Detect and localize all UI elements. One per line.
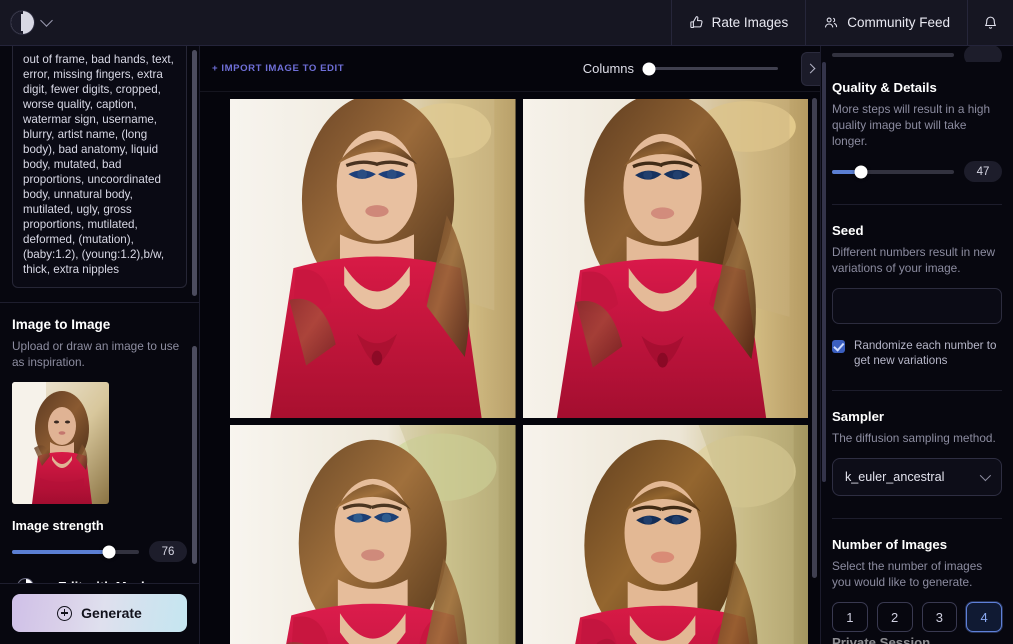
quality-details-description: More steps will result in a high quality… [832,102,991,148]
image-strength-slider[interactable] [12,545,139,558]
generated-image-art [230,425,516,644]
columns-slider[interactable] [642,62,778,75]
randomize-seed-label: Randomize each number to get new variati… [854,339,997,367]
right-panel-toggle-button[interactable] [801,51,820,86]
number-option-4[interactable]: 4 [966,602,1002,632]
generate-button-label: Generate [81,605,142,621]
number-of-images-title: Number of Images [832,537,948,552]
right-settings-panel: Quality & Details More steps will result… [820,46,1013,644]
quality-slider[interactable] [832,165,954,178]
results-grid-scrollbar[interactable] [812,98,817,578]
image-to-image-description: Upload or draw an image to use as inspir… [12,339,180,369]
left-prompt-scrollbar[interactable] [192,50,197,296]
partial-slider-track[interactable] [832,53,954,57]
chevron-down-icon[interactable] [39,578,52,583]
brand-menu[interactable] [0,11,53,34]
quality-details-title: Quality & Details [832,80,937,95]
generated-image-art [230,99,516,419]
edit-with-mask-label: Edit with Mask [58,579,148,583]
image-strength-row: 76 [12,541,187,562]
columns-control: Columns [583,61,778,76]
seed-input[interactable] [832,288,1002,324]
people-icon [823,15,839,30]
nav-community-feed-label: Community Feed [847,15,950,30]
seed-title: Seed [832,223,864,238]
number-option-1[interactable]: 1 [832,602,868,632]
seed-section: Seed Different numbers result in new var… [832,205,1002,368]
image-to-image-section: Image to Image Upload or draw an image t… [0,303,199,504]
bell-icon [983,15,998,31]
nav-notifications[interactable] [967,0,1013,45]
half-circle-icon [18,579,33,583]
right-panel-content: Quality & Details More steps will result… [821,46,1013,644]
edit-with-mask-control[interactable]: Edit with Mask [0,562,199,583]
app-logo-icon [11,11,34,34]
nav-community-feed[interactable]: Community Feed [805,0,967,45]
chevron-down-icon [979,469,992,482]
nav-rate-images[interactable]: Rate Images [670,0,806,45]
image-strength-label: Image strength [12,518,104,533]
image-to-image-title: Image to Image [12,317,111,332]
sampler-section: Sampler The diffusion sampling method. k… [832,391,1002,496]
slider-knob[interactable] [102,545,116,558]
number-option-3[interactable]: 3 [921,602,958,632]
chevron-down-icon[interactable] [40,14,53,27]
sampler-selected-value: k_euler_ancestral [845,470,945,484]
quality-value[interactable]: 47 [964,161,1002,182]
partial-slider-value[interactable] [964,46,1002,62]
left-sidebar-scrollbar[interactable] [192,346,197,564]
seed-description: Different numbers result in new variatio… [832,245,996,275]
chevron-right-icon [805,63,815,74]
quality-slider-row: 47 [832,161,1002,182]
left-sidebar: out of frame, bad hands, text, error, mi… [0,46,200,644]
columns-slider-knob[interactable] [642,62,656,75]
negative-prompt-textarea[interactable]: out of frame, bad hands, text, error, mi… [12,46,187,288]
sampler-description: The diffusion sampling method. [832,431,996,445]
reference-image-thumbnail[interactable] [12,382,109,504]
generate-section: Generate [0,583,199,644]
randomize-seed-row[interactable]: Randomize each number to get new variati… [832,338,1002,368]
number-of-images-options: 1 2 3 4 [832,602,1002,632]
thumbs-up-icon [689,15,704,30]
generated-image-cell[interactable] [230,425,516,644]
top-bar: Rate Images Community Feed [0,0,1013,46]
main-body: out of frame, bad hands, text, error, mi… [0,46,1013,644]
nav-rate-images-label: Rate Images [711,15,789,30]
columns-label: Columns [582,61,634,76]
image-strength-value[interactable]: 76 [149,541,187,562]
results-grid [200,92,820,644]
results-grid-scroll [200,92,820,644]
generated-image-cell[interactable] [522,99,808,419]
import-image-to-edit-link[interactable]: + IMPORT IMAGE TO EDIT [212,63,344,74]
scrolled-partial-slider[interactable] [832,46,1002,62]
negative-prompt-text: out of frame, bad hands, text, error, mi… [23,53,174,276]
generated-image-cell[interactable] [522,425,808,644]
center-toolbar: + IMPORT IMAGE TO EDIT Columns [200,46,820,92]
reference-image-art [12,382,109,504]
top-nav: Rate Images Community Feed [670,0,1013,45]
sampler-title: Sampler [832,409,885,424]
image-strength-section: Image strength 76 [0,504,199,562]
slider-fill [12,549,109,554]
slider-knob[interactable] [854,165,868,178]
generated-image-cell[interactable] [230,99,516,419]
number-of-images-section: Number of Images Select the number of im… [832,519,1002,632]
generated-image-art [522,425,808,644]
generate-button[interactable]: Generate [12,594,187,632]
private-session-partial-heading: Private Session [832,635,931,644]
generated-image-art [522,99,808,419]
center-panel: + IMPORT IMAGE TO EDIT Columns [200,46,820,644]
sampler-select[interactable]: k_euler_ancestral [832,458,1002,496]
quality-details-section: Quality & Details More steps will result… [832,62,1002,182]
randomize-seed-checkbox[interactable] [832,340,845,353]
number-option-2[interactable]: 2 [876,602,913,632]
plus-circle-icon [57,605,73,621]
left-sidebar-scroll: out of frame, bad hands, text, error, mi… [0,46,199,583]
app-root: Rate Images Community Feed out of frame,… [0,0,1013,644]
number-of-images-description: Select the number of images you would li… [832,559,983,589]
